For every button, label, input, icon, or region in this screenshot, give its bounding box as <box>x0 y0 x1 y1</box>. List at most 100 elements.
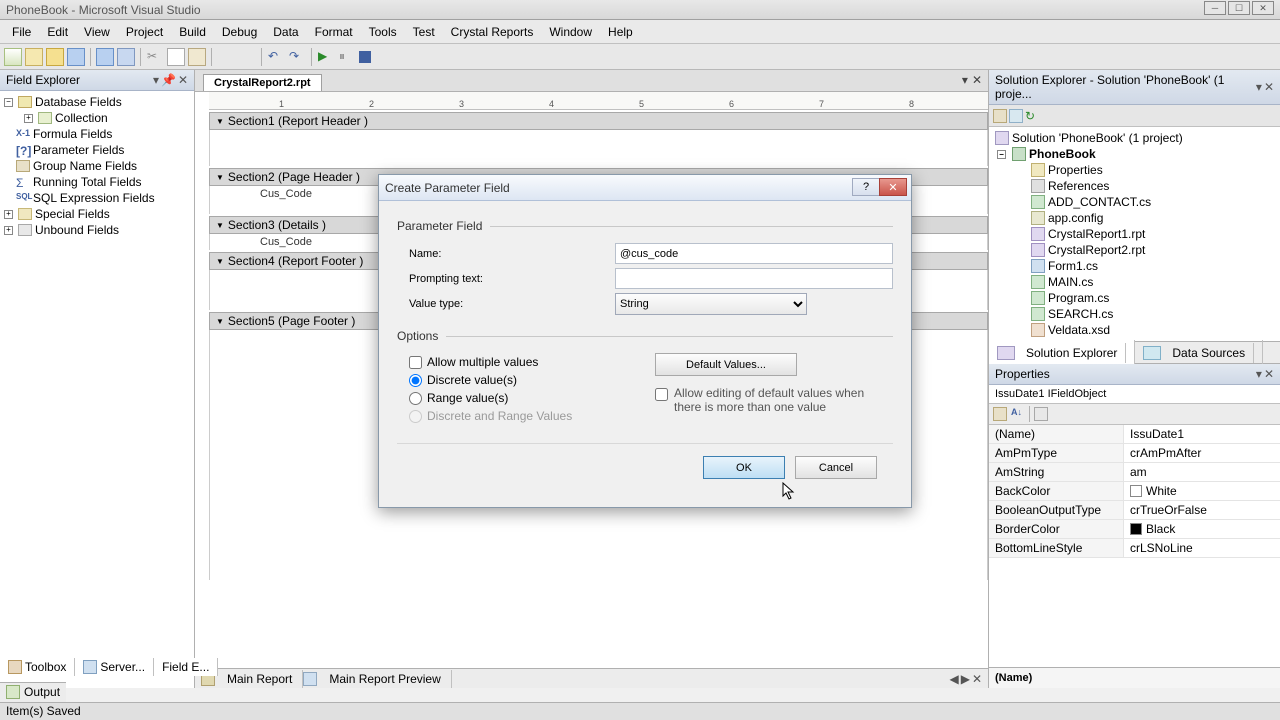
expand-icon[interactable]: − <box>4 98 13 107</box>
cut-icon[interactable]: ✂ <box>146 48 164 66</box>
file-item[interactable]: SEARCH.cs <box>991 306 1278 322</box>
property-pages-icon[interactable] <box>1034 407 1048 421</box>
start-debug-icon[interactable]: ▶ <box>317 48 335 66</box>
close-dialog-icon[interactable]: ✕ <box>879 178 907 196</box>
property-row[interactable]: BorderColorBlack <box>989 520 1280 539</box>
step-over-icon[interactable] <box>395 48 413 66</box>
alphabetical-icon[interactable]: A↓ <box>1011 407 1025 421</box>
close-icon[interactable]: ✕ <box>1252 1 1274 15</box>
tab-dropdown-icon[interactable]: ▾ <box>962 73 968 87</box>
dialog-titlebar[interactable]: Create Parameter Field ? ✕ <box>379 175 911 201</box>
step-out-icon[interactable] <box>416 48 434 66</box>
menu-data[interactable]: Data <box>265 22 306 42</box>
categorized-icon[interactable] <box>993 407 1007 421</box>
property-row[interactable]: AmPmTypecrAmPmAfter <box>989 444 1280 463</box>
expand-icon[interactable]: + <box>4 210 13 219</box>
property-row[interactable]: BooleanOutputTypecrTrueOrFalse <box>989 501 1280 520</box>
new-project-icon[interactable] <box>4 48 22 66</box>
nav-close-icon[interactable]: ✕ <box>972 672 982 686</box>
file-item[interactable]: app.config <box>991 210 1278 226</box>
save-icon[interactable] <box>67 48 85 66</box>
stop-icon[interactable] <box>359 51 371 63</box>
output-tab[interactable]: Output <box>24 685 60 700</box>
valuetype-select[interactable]: String <box>615 293 807 315</box>
collapse-icon[interactable]: ▼ <box>216 173 224 182</box>
properties-icon[interactable] <box>993 109 1007 123</box>
tab-main-preview[interactable]: Main Report Preview <box>319 670 451 688</box>
add-item-icon[interactable] <box>25 48 43 66</box>
redo-icon[interactable]: ↷ <box>288 48 306 66</box>
tree-item-formula[interactable]: X-1Formula Fields <box>2 126 192 142</box>
property-row[interactable]: (Name)IssuDate1 <box>989 425 1280 444</box>
tab-data-sources[interactable]: Data Sources <box>1135 340 1263 366</box>
dock-toolbox[interactable]: Toolbox <box>0 658 75 676</box>
close-panel-icon[interactable]: ✕ <box>1264 80 1274 94</box>
prompt-input[interactable] <box>615 268 893 289</box>
property-row[interactable]: AmStringam <box>989 463 1280 482</box>
refresh-icon[interactable]: ↻ <box>1025 109 1039 123</box>
dock-server[interactable]: Server... <box>75 658 154 676</box>
project-node[interactable]: −PhoneBook <box>991 146 1278 162</box>
menu-project[interactable]: Project <box>118 22 171 42</box>
minimize-icon[interactable]: ─ <box>1204 1 1226 15</box>
menu-debug[interactable]: Debug <box>214 22 265 42</box>
report-field[interactable]: Cus_Code <box>260 188 312 200</box>
tab-close-icon[interactable]: ✕ <box>972 73 982 87</box>
tree-item-parameter[interactable]: [?]Parameter Fields <box>2 142 192 158</box>
tree-item-database-fields[interactable]: −Database Fields <box>2 94 192 110</box>
tree-item-sqlexpr[interactable]: SQLSQL Expression Fields <box>2 190 192 206</box>
help-icon[interactable]: ? <box>852 178 880 196</box>
maximize-icon[interactable]: ☐ <box>1228 1 1250 15</box>
default-values-button[interactable]: Default Values... <box>655 353 797 376</box>
file-item[interactable]: Veldata.xsd <box>991 322 1278 338</box>
tab-main-report[interactable]: Main Report <box>217 670 303 688</box>
discrete-radio[interactable] <box>409 374 422 387</box>
save-report-icon[interactable] <box>117 48 135 66</box>
folder-properties[interactable]: Properties <box>991 162 1278 178</box>
undo-icon[interactable]: ↶ <box>267 48 285 66</box>
paste-icon[interactable] <box>188 48 206 66</box>
property-row[interactable]: BottomLineStylecrLSNoLine <box>989 539 1280 558</box>
open-icon[interactable] <box>46 48 64 66</box>
outdent-icon[interactable] <box>217 48 235 66</box>
close-panel-icon[interactable]: ✕ <box>178 73 188 87</box>
allow-edit-checkbox[interactable] <box>655 388 668 401</box>
menu-test[interactable]: Test <box>405 22 443 42</box>
pin-icon[interactable]: 📌 <box>161 73 176 87</box>
collapse-icon[interactable]: − <box>997 150 1006 159</box>
menu-build[interactable]: Build <box>171 22 214 42</box>
indent-icon[interactable] <box>238 48 256 66</box>
report-field[interactable]: Cus_Code <box>260 236 312 248</box>
collapse-icon[interactable]: ▼ <box>216 221 224 230</box>
collapse-icon[interactable]: ▼ <box>216 317 224 326</box>
tree-item-special[interactable]: +Special Fields <box>2 206 192 222</box>
collapse-icon[interactable]: ▼ <box>216 117 224 126</box>
menu-edit[interactable]: Edit <box>39 22 76 42</box>
file-item[interactable]: CrystalReport1.rpt <box>991 226 1278 242</box>
allow-multiple-checkbox[interactable] <box>409 356 422 369</box>
menu-crystal[interactable]: Crystal Reports <box>443 22 542 42</box>
expand-icon[interactable]: + <box>24 114 33 123</box>
pause-icon[interactable]: ⏸ <box>338 48 356 66</box>
range-radio[interactable] <box>409 392 422 405</box>
section-header-1[interactable]: ▼Section1 (Report Header ) <box>209 112 988 130</box>
tree-item-collection[interactable]: +Collection <box>2 110 192 126</box>
name-input[interactable] <box>615 243 893 264</box>
menu-file[interactable]: File <box>4 22 39 42</box>
dropdown-icon[interactable]: ▾ <box>1256 367 1262 381</box>
properties-object[interactable]: IssuDate1 IFieldObject <box>989 385 1280 403</box>
tree-item-runningtotal[interactable]: ΣRunning Total Fields <box>2 174 192 190</box>
menu-view[interactable]: View <box>76 22 118 42</box>
tree-item-groupname[interactable]: Group Name Fields <box>2 158 192 174</box>
collapse-icon[interactable]: ▼ <box>216 257 224 266</box>
file-item[interactable]: Program.cs <box>991 290 1278 306</box>
copy-icon[interactable] <box>167 48 185 66</box>
menu-tools[interactable]: Tools <box>361 22 405 42</box>
property-row[interactable]: BackColorWhite <box>989 482 1280 501</box>
menu-window[interactable]: Window <box>541 22 600 42</box>
file-item[interactable]: CrystalReport2.rpt <box>991 242 1278 258</box>
file-item[interactable]: Form1.cs <box>991 258 1278 274</box>
menu-format[interactable]: Format <box>307 22 361 42</box>
save-all-icon[interactable] <box>96 48 114 66</box>
document-tab[interactable]: CrystalReport2.rpt <box>203 74 322 91</box>
